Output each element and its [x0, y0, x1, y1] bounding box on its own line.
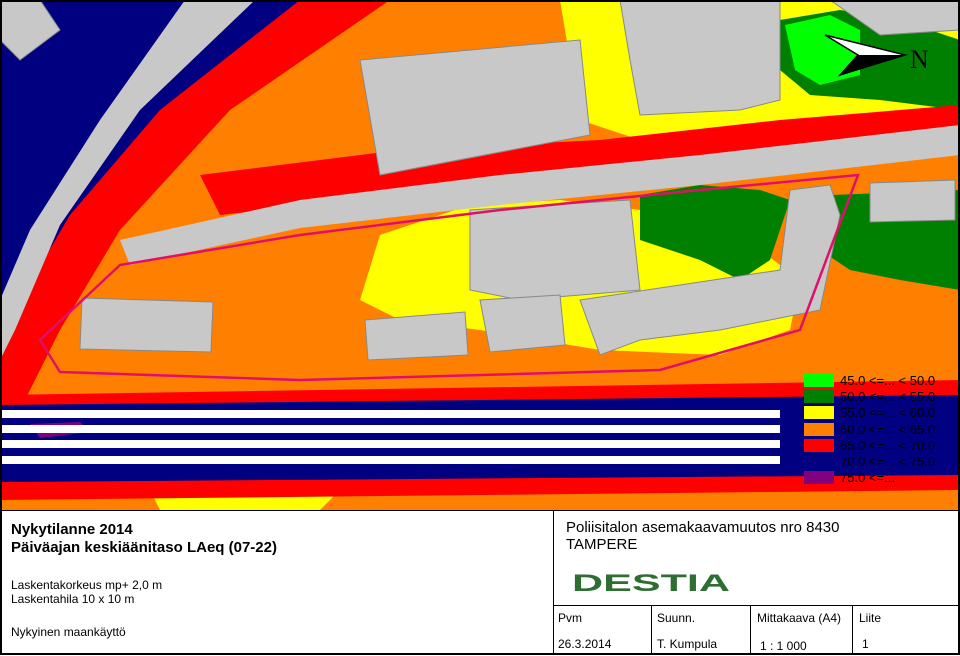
project-line2: TAMPERE [566, 536, 638, 553]
liite-label: Liite [859, 611, 882, 625]
legend-label: 45.0 <=... < 50.0 [840, 372, 936, 388]
svg-text:DESTIA: DESTIA [572, 571, 730, 593]
legend-label: 55.0 <=... < 60.0 [840, 405, 936, 421]
legend-item: 50.0 <=... < 55.0 [804, 388, 952, 404]
legend-item: 70.0 <=... < 75.0 [804, 453, 952, 469]
legend-swatch [804, 422, 834, 436]
calc-grid: Laskentahila 10 x 10 m [11, 592, 135, 606]
calc-height: Laskentakorkeus mp+ 2,0 m [11, 578, 163, 592]
legend-swatch [804, 471, 834, 485]
legend-swatch [804, 373, 834, 387]
title-line1: Nykytilanne 2014 [11, 521, 133, 538]
legend-item: 65.0 <=... < 70.0 [804, 437, 952, 453]
legend-swatch [804, 455, 834, 469]
north-label: N [910, 45, 929, 74]
divider [852, 605, 853, 655]
land-use: Nykyinen maankäyttö [11, 625, 126, 639]
divider [553, 605, 960, 606]
pvm-value: 26.3.2014 [558, 637, 612, 651]
liite-value: 1 [862, 637, 869, 651]
legend-item: 45.0 <=... < 50.0 [804, 372, 952, 388]
title-line2: Päiväajan keskiäänitaso LAeq (07-22) [11, 539, 277, 556]
divider [651, 605, 652, 655]
project-line1: Poliisitalon asemakaavamuutos nro 8430 [566, 519, 840, 536]
legend: 45.0 <=... < 50.0 50.0 <=... < 55.0 55.0 <… [804, 372, 952, 486]
pvm-label: Pvm [558, 611, 582, 625]
legend-swatch [804, 389, 834, 403]
legend-label: 60.0 <=... < 65.0 [840, 421, 936, 437]
legend-label: 75.0 <=... [840, 470, 895, 486]
suunn-label: Suunn. [657, 611, 696, 625]
legend-label: 70.0 <=... < 75.0 [840, 454, 936, 470]
legend-item: 60.0 <=... < 65.0 [804, 421, 952, 437]
legend-label: 50.0 <=... < 55.0 [840, 388, 936, 404]
destia-logo: DESTIA [572, 570, 732, 598]
legend-item: 55.0 <=... < 60.0 [804, 405, 952, 421]
scale-label: Mittakaava (A4) [757, 611, 842, 625]
legend-swatch [804, 406, 834, 420]
suunn-value: T. Kumpula [657, 637, 718, 651]
divider [750, 605, 751, 655]
divider [553, 510, 554, 655]
scale-value: 1 : 1 000 [760, 639, 807, 653]
legend-item: 75.0 <=... [804, 470, 952, 486]
legend-swatch [804, 438, 834, 452]
legend-label: 65.0 <=... < 70.0 [840, 437, 936, 453]
